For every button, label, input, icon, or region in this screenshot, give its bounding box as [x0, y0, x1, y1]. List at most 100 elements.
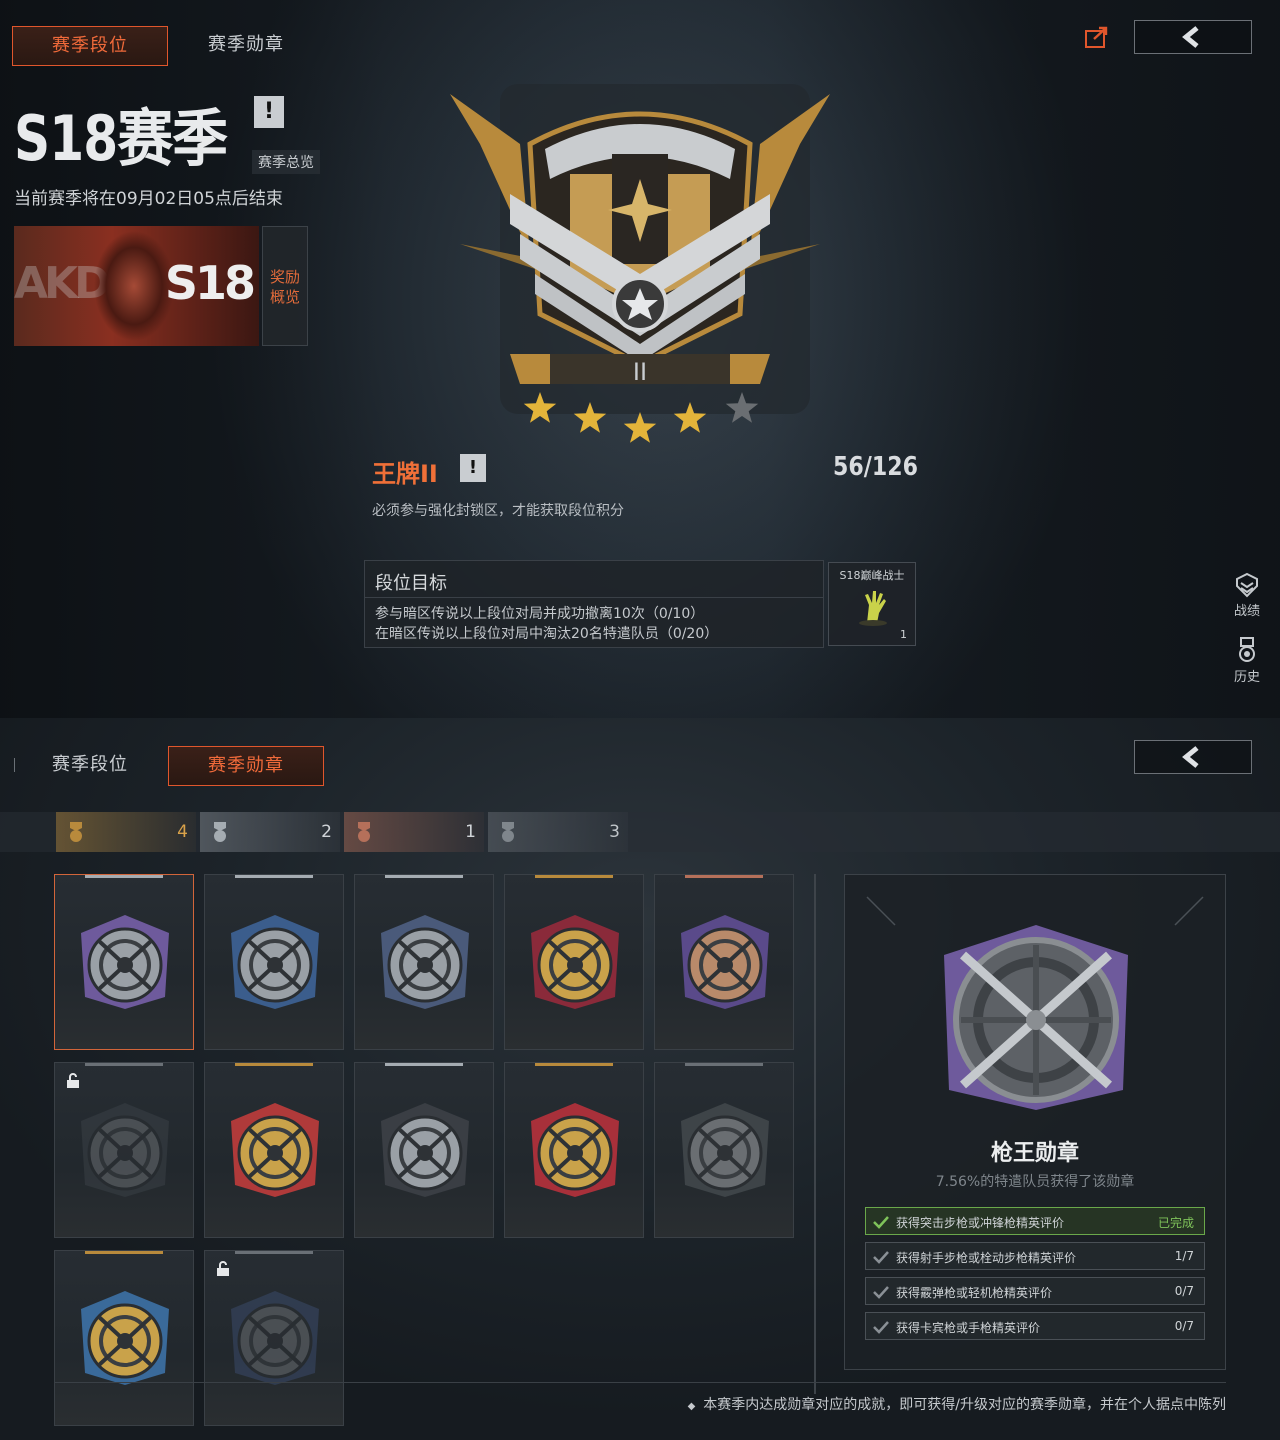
season-title: S18赛季 — [14, 102, 228, 175]
rank-numeral: II — [633, 358, 647, 386]
back-button[interactable] — [1134, 20, 1252, 54]
history-button[interactable]: 历史 — [1230, 636, 1264, 685]
medal-cell[interactable] — [504, 874, 644, 1050]
eagle-medal-icon — [231, 915, 319, 1009]
medal-cell[interactable] — [654, 874, 794, 1050]
medal-tier-bar — [85, 1251, 163, 1254]
lock-icon — [217, 1261, 229, 1276]
check-icon — [873, 1286, 889, 1299]
reward-banner[interactable]: AKD S18 — [14, 226, 259, 346]
criterion-progress: 0/7 — [1174, 1284, 1194, 1298]
tank-medal-icon — [81, 1291, 169, 1385]
silhouette-medal-icon — [81, 1103, 169, 1197]
medal-cell[interactable] — [54, 1250, 194, 1426]
tier-count-grey[interactable]: 3 — [488, 812, 628, 852]
silver-medal-icon — [214, 822, 226, 842]
medal-cell[interactable] — [204, 1250, 344, 1426]
criterion-label: 获得卡宾枪或手枪精英评价 — [896, 1321, 1041, 1335]
tier-count-value: 1 — [465, 822, 476, 842]
footer-divider — [54, 1382, 1226, 1383]
medal-cell[interactable] — [354, 874, 494, 1050]
medal-footnote: ◆ 本赛季内达成勋章对应的成就，即可获得/升级对应的赛季勋章，并在个人据点中陈列 — [688, 1394, 1226, 1414]
combat-record-button[interactable]: 战绩 — [1230, 572, 1264, 619]
chevron-left-icon — [1182, 26, 1199, 48]
medal-criterion: 获得霰弹枪或轻机枪精英评价 0/7 — [865, 1277, 1205, 1305]
rank-screen: 赛季段位 赛季勋章 S18赛季 ! 赛季总览 当前赛季将在09月02日05点后结… — [0, 0, 1280, 718]
goal-line: 参与暗区传说以上段位对局并成功撤离10次（0/10） — [375, 606, 705, 622]
lock-icon — [67, 1073, 79, 1088]
panel-divider — [814, 874, 816, 1394]
gold-medal-icon — [70, 822, 82, 842]
medal-cell[interactable] — [504, 1062, 644, 1238]
banner-season-tag: S18 — [164, 256, 256, 310]
medal-cell[interactable] — [204, 874, 344, 1050]
medal-tier-bar — [685, 1063, 763, 1066]
tier-count-value: 2 — [321, 822, 332, 842]
combat-record-label: 战绩 — [1233, 604, 1260, 619]
tier-count-gold[interactable]: 4 — [56, 812, 196, 852]
rank-info-icon[interactable]: ! — [460, 454, 486, 482]
medal-cell[interactable] — [54, 874, 194, 1050]
rank-tab-bar: 赛季段位 赛季勋章 — [12, 26, 324, 66]
tab-season-rank[interactable]: 赛季段位 — [12, 26, 168, 66]
tier-count-silver[interactable]: 2 — [200, 812, 340, 852]
season-overview-link[interactable]: 赛季总览 — [252, 150, 320, 174]
criterion-label: 获得突击步枪或冲锋枪精英评价 — [896, 1216, 1065, 1230]
medal-owned-percent: 7.56%的特遣队员获得了该勋章 — [935, 1174, 1135, 1190]
tab-season-medals[interactable]: 赛季勋章 — [168, 746, 324, 786]
medal-tier-bar — [235, 1063, 313, 1066]
medal-criterion: 获得卡宾枪或手枪精英评价 0/7 — [865, 1312, 1205, 1340]
chevron-left-icon — [1182, 746, 1199, 768]
medal-tier-bar — [85, 875, 163, 878]
medal-cell[interactable] — [654, 1062, 794, 1238]
share-button[interactable] — [1078, 20, 1116, 54]
zombie-hand-icon — [859, 591, 887, 626]
helmet-medal-icon — [681, 915, 769, 1009]
medal-tier-bar — [535, 1063, 613, 1066]
medal-footnote-text: 本赛季内达成勋章对应的成就，即可获得/升级对应的赛季勋章，并在个人据点中陈列 — [703, 1397, 1226, 1413]
criterion-label: 获得霰弹枪或轻机枪精英评价 — [896, 1286, 1053, 1300]
medal-cell[interactable] — [204, 1062, 344, 1238]
cross-target-medal-icon — [381, 915, 469, 1009]
back-button[interactable] — [1134, 740, 1252, 774]
tab-season-rank[interactable]: 赛季段位 — [12, 746, 168, 786]
check-icon — [873, 1251, 889, 1264]
criterion-progress: 0/7 — [1174, 1319, 1194, 1333]
rank-hint: 必须参与强化封锁区，才能获取段位积分 — [372, 503, 624, 519]
medal-name: 枪王勋章 — [990, 1141, 1079, 1166]
combat-record-icon — [1236, 572, 1258, 598]
medal-screen: 赛季段位 赛季勋章 4 2 1 3 枪王勋章 7.56%的特遣队员获得了该勋章 … — [0, 718, 1280, 1440]
season-end-text: 当前赛季将在09月02日05点后结束 — [14, 189, 283, 209]
tier-count-bronze[interactable]: 1 — [344, 812, 484, 852]
crossed-rifles-medal-icon — [944, 925, 1128, 1110]
medal-cell[interactable] — [354, 1062, 494, 1238]
tier-count-value: 3 — [609, 822, 620, 842]
medal-tier-counts: 4 2 1 3 — [0, 812, 1280, 852]
share-icon — [1085, 26, 1108, 48]
star-filled-icon — [623, 412, 657, 443]
medal-tier-bar — [385, 875, 463, 878]
tier-count-value: 4 — [177, 822, 188, 842]
gold-star-medal-icon — [531, 1103, 619, 1197]
medal-detail-panel: 枪王勋章 7.56%的特遣队员获得了该勋章 获得突击步枪或冲锋枪精英评价 已完成获… — [844, 874, 1226, 1370]
check-icon — [873, 1321, 889, 1334]
medal-criterion: 获得射手步枪或栓动步枪精英评价 1/7 — [865, 1242, 1205, 1270]
reward-overview-button[interactable]: 奖励概览 — [262, 226, 308, 346]
medal-cell[interactable] — [54, 1062, 194, 1238]
tab-season-medals[interactable]: 赛季勋章 — [168, 26, 324, 66]
crossed-rifles-medal-icon — [81, 915, 169, 1009]
medal-tier-bar — [235, 1251, 313, 1254]
gold-cross-medal-icon — [531, 915, 619, 1009]
lion-medal-icon — [231, 1103, 319, 1197]
bronze-medal-icon — [358, 822, 370, 842]
criterion-label: 获得射手步枪或栓动步枪精英评价 — [896, 1251, 1077, 1265]
rank-goal-panel: 段位目标 参与暗区传说以上段位对局并成功撤离10次（0/10） 在暗区传说以上段… — [364, 560, 824, 648]
medal-tier-bar — [85, 1063, 163, 1066]
history-medal-icon — [1239, 637, 1255, 662]
goal-reward-title: S18巅峰战士 — [839, 569, 905, 582]
season-info-icon[interactable]: ! — [254, 96, 284, 128]
shield-medal-icon — [231, 1291, 319, 1385]
goal-reward-item[interactable]: S18巅峰战士 1 — [828, 562, 916, 646]
reward-overview-label: 奖励概览 — [270, 268, 301, 306]
goal-title: 段位目标 — [375, 573, 447, 594]
